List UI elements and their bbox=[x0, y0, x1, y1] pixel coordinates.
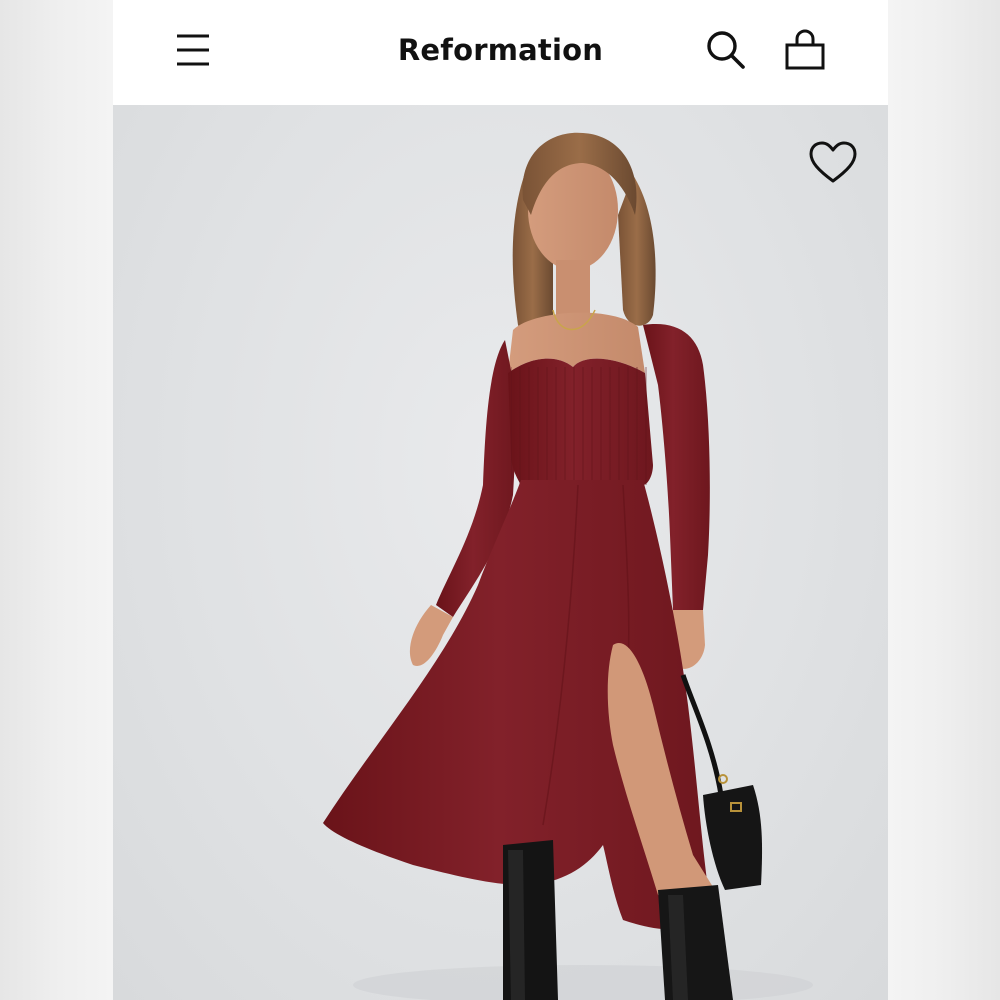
hamburger-menu-icon bbox=[177, 34, 209, 66]
wishlist-button[interactable] bbox=[808, 140, 858, 186]
search-button[interactable] bbox=[705, 29, 747, 71]
shopping-bag-icon bbox=[785, 29, 825, 70]
heart-outline-icon bbox=[809, 141, 857, 183]
search-icon bbox=[707, 31, 745, 69]
brand-logo[interactable]: Reformation bbox=[113, 30, 888, 70]
product-photo bbox=[323, 132, 813, 1000]
app-screen: Reformation bbox=[113, 0, 888, 1000]
cart-button[interactable] bbox=[784, 28, 826, 72]
top-nav-bar: Reformation bbox=[113, 0, 888, 105]
product-image[interactable] bbox=[113, 105, 888, 1000]
menu-button[interactable] bbox=[173, 30, 213, 70]
